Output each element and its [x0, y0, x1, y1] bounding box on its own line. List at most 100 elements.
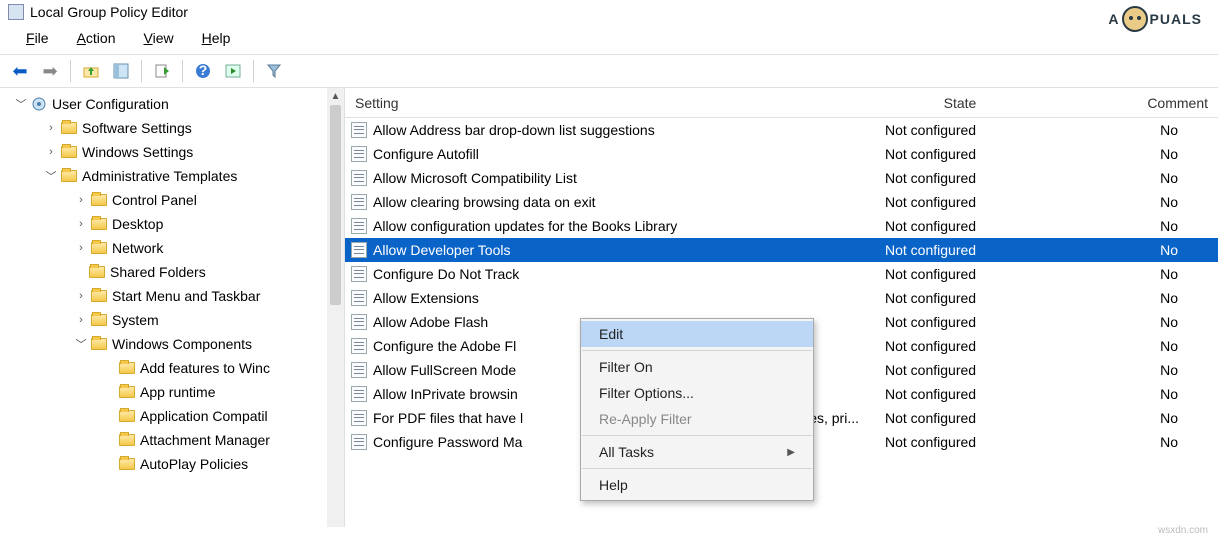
setting-state: Not configured	[865, 434, 1055, 450]
tree-software-settings[interactable]: ›Software Settings	[0, 116, 344, 140]
folder-icon	[118, 408, 136, 424]
up-button[interactable]	[77, 57, 105, 85]
context-filter-options[interactable]: Filter Options...	[581, 380, 813, 406]
settings-row[interactable]: Allow Developer ToolsNot configuredNo	[345, 238, 1218, 262]
separator	[70, 60, 71, 82]
collapse-icon[interactable]: ﹀	[14, 96, 28, 112]
settings-row[interactable]: Allow clearing browsing data on exitNot …	[345, 190, 1218, 214]
menu-help[interactable]: Help	[190, 28, 243, 48]
setting-comment: No	[1055, 338, 1218, 354]
setting-name: Configure Do Not Track	[373, 266, 519, 282]
tree-add-features[interactable]: Add features to Winc	[0, 356, 344, 380]
folder-icon	[90, 216, 108, 232]
logo-text: A	[1108, 11, 1119, 27]
policy-icon	[351, 386, 367, 402]
show-hide-tree-button[interactable]	[107, 57, 135, 85]
setting-state: Not configured	[865, 122, 1055, 138]
menu-view[interactable]: View	[132, 28, 186, 48]
policy-icon	[351, 170, 367, 186]
forward-button[interactable]: ➡	[36, 57, 64, 85]
setting-comment: No	[1055, 290, 1218, 306]
expand-icon[interactable]: ›	[74, 290, 88, 302]
tree-scrollbar[interactable]: ▲	[327, 88, 344, 527]
expand-icon[interactable]: ›	[74, 242, 88, 254]
folder-icon	[90, 288, 108, 304]
collapse-icon[interactable]: ﹀	[74, 336, 88, 352]
folder-icon	[60, 168, 78, 184]
settings-row[interactable]: Allow configuration updates for the Book…	[345, 214, 1218, 238]
setting-comment: No	[1055, 386, 1218, 402]
filter-button[interactable]	[260, 57, 288, 85]
settings-row[interactable]: Configure AutofillNot configuredNo	[345, 142, 1218, 166]
collapse-icon[interactable]: ﹀	[44, 168, 58, 184]
tree-network[interactable]: › Network	[0, 236, 344, 260]
settings-row[interactable]: Allow Address bar drop-down list suggest…	[345, 118, 1218, 142]
tree-windows-components[interactable]: ﹀Windows Components	[0, 332, 344, 356]
setting-name: Allow configuration updates for the Book…	[373, 218, 677, 234]
policy-icon	[351, 242, 367, 258]
tree-windows-settings[interactable]: › Windows Settings	[0, 140, 344, 164]
tree-shared-folders[interactable]: Shared Folders	[0, 260, 344, 284]
policy-icon	[351, 314, 367, 330]
expand-icon[interactable]: ›	[44, 146, 58, 158]
tree-label: Shared Folders	[110, 264, 206, 280]
settings-row[interactable]: Allow Extensions Not configuredNo	[345, 286, 1218, 310]
context-reapply-filter: Re-Apply Filter	[581, 406, 813, 432]
menu-file[interactable]: File	[14, 28, 61, 48]
column-state[interactable]: State	[865, 91, 1055, 115]
expand-icon[interactable]: ›	[74, 218, 88, 230]
setting-state: Not configured	[865, 362, 1055, 378]
policy-icon	[351, 290, 367, 306]
setting-state: Not configured	[865, 170, 1055, 186]
menu-action[interactable]: Action	[65, 28, 128, 48]
tree-app-runtime[interactable]: App runtime	[0, 380, 344, 404]
context-help[interactable]: Help	[581, 472, 813, 498]
folder-icon	[60, 120, 78, 136]
run-button[interactable]	[219, 57, 247, 85]
column-setting[interactable]: Setting	[345, 91, 865, 115]
tree-attachment-manager[interactable]: Attachment Manager	[0, 428, 344, 452]
export-button[interactable]	[148, 57, 176, 85]
tree-start-menu[interactable]: ›Start Menu and Taskbar	[0, 284, 344, 308]
folder-icon	[90, 240, 108, 256]
export-icon	[154, 63, 170, 79]
back-button[interactable]: ⬅	[6, 57, 34, 85]
setting-name: For PDF files that have l	[373, 410, 523, 426]
policy-icon	[351, 434, 367, 450]
tree-app-compat[interactable]: Application Compatil	[0, 404, 344, 428]
tree-admin-templates[interactable]: ﹀Administrative Templates	[0, 164, 344, 188]
tree-system[interactable]: ›System	[0, 308, 344, 332]
tree-desktop[interactable]: ›Desktop	[0, 212, 344, 236]
expand-icon[interactable]: ›	[74, 314, 88, 326]
policy-icon	[351, 122, 367, 138]
svg-text:?: ?	[199, 63, 208, 78]
setting-name: Allow Extensions	[373, 290, 479, 306]
expand-icon[interactable]: ›	[44, 122, 58, 134]
scroll-thumb[interactable]	[330, 105, 341, 305]
setting-name: Configure Password Ma	[373, 434, 522, 450]
settings-row[interactable]: Configure Do Not TrackNot configuredNo	[345, 262, 1218, 286]
setting-name: Configure the Adobe Fl	[373, 338, 516, 354]
policy-icon	[351, 146, 367, 162]
setting-comment: No	[1055, 218, 1218, 234]
setting-state: Not configured	[865, 146, 1055, 162]
column-comment[interactable]: Comment	[1055, 91, 1218, 115]
tree-control-panel[interactable]: ›Control Panel	[0, 188, 344, 212]
context-edit[interactable]: Edit	[581, 321, 813, 347]
settings-row[interactable]: Allow Microsoft Compatibility ListNot co…	[345, 166, 1218, 190]
tree-autoplay-policies[interactable]: AutoPlay Policies	[0, 452, 344, 476]
setting-state: Not configured	[865, 290, 1055, 306]
context-separator	[582, 350, 812, 351]
tree-label: Network	[112, 240, 163, 256]
context-separator	[582, 468, 812, 469]
scroll-up-icon[interactable]: ▲	[327, 88, 344, 105]
expand-icon[interactable]: ›	[74, 194, 88, 206]
context-all-tasks[interactable]: All Tasks▶	[581, 439, 813, 465]
help-button[interactable]: ?	[189, 57, 217, 85]
context-filter-on[interactable]: Filter On	[581, 354, 813, 380]
folder-icon	[118, 456, 136, 472]
tree-user-configuration[interactable]: ﹀ User Configuration	[0, 92, 344, 116]
tree-label: Application Compatil	[140, 408, 268, 424]
tree-label: Windows Settings	[82, 144, 193, 160]
setting-name: Configure Autofill	[373, 146, 479, 162]
